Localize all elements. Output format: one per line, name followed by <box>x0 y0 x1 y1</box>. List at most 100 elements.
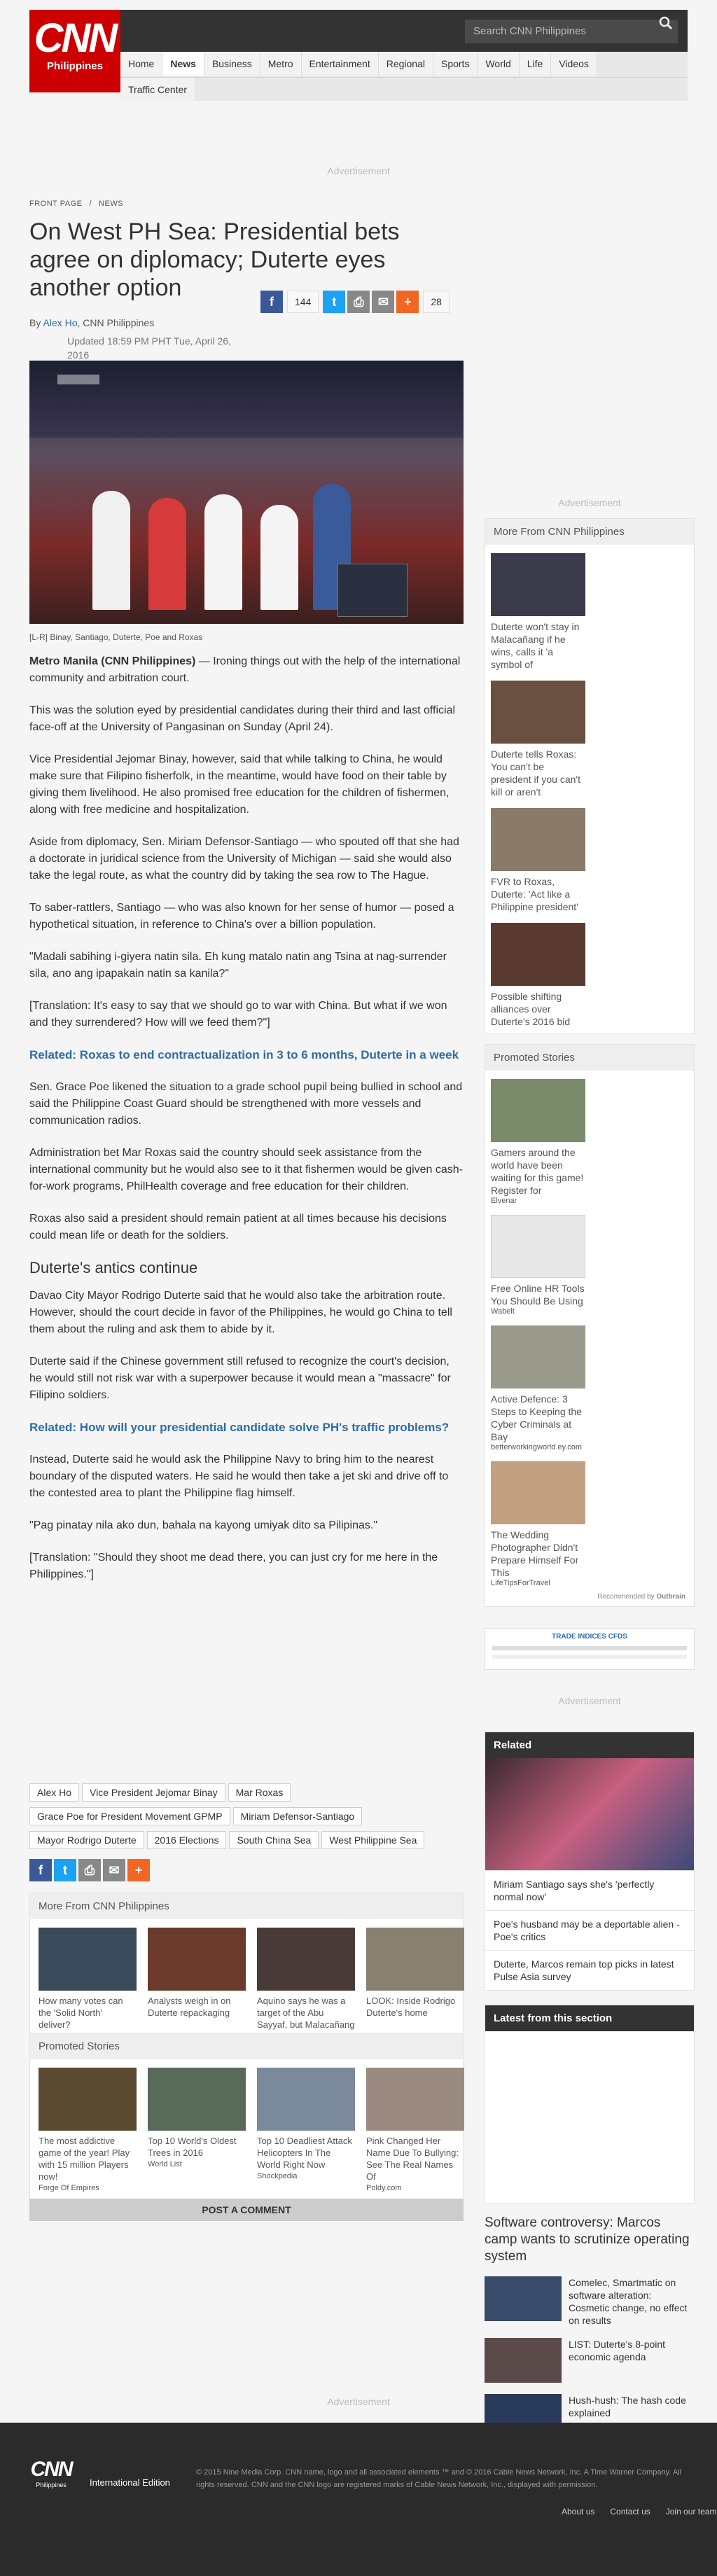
story-card[interactable]: FVR to Roxas, Duterte: 'Act like a Phili… <box>491 808 585 913</box>
twitter-share-icon[interactable]: t <box>54 1859 76 1881</box>
sidebar-box-title: Latest from this section <box>485 2005 694 2031</box>
cnn-logo[interactable]: CNN Philippines <box>29 10 120 92</box>
latest-item[interactable]: LIST: Duterte's 8-point economic agenda <box>485 2338 695 2383</box>
advertisement-label: Advertisement <box>327 165 390 176</box>
search-icon[interactable] <box>658 15 678 35</box>
related-item[interactable]: Duterte, Marcos remain top picks in late… <box>485 1950 694 1990</box>
story-card[interactable]: How many votes can the 'Solid North' del… <box>39 1928 137 2042</box>
footer-link-contact[interactable]: Contact us <box>610 2507 650 2516</box>
breadcrumb-separator: / <box>89 200 92 208</box>
paragraph: This was the solution eyed by presidenti… <box>29 704 456 733</box>
author-link[interactable]: Alex Ho <box>43 317 77 328</box>
story-card[interactable]: Aquino says he was a target of the Abu S… <box>257 1928 355 2042</box>
print-icon[interactable]: ⎙ <box>347 291 370 313</box>
outbrain-logo: Outbrain <box>656 1593 685 1601</box>
promoted-card[interactable]: The Wedding Photographer Didn't Prepare … <box>491 1461 585 1587</box>
promoted-card[interactable]: Active Defence: 3 Steps to Keeping the C… <box>491 1325 585 1451</box>
story-card[interactable]: Possible shifting alliances over Duterte… <box>491 923 585 1028</box>
more-share-icon[interactable]: + <box>127 1859 150 1881</box>
nav-entertainment[interactable]: Entertainment <box>301 52 379 76</box>
promoted-card[interactable]: Pink Changed Her Name Due To Bullying: S… <box>366 2068 464 2192</box>
story-thumbnail <box>491 553 585 616</box>
promoted-card[interactable]: Top 10 World's Oldest Trees in 2016 World… <box>148 2068 246 2192</box>
tag[interactable]: Vice President Jejomar Binay <box>82 1783 225 1802</box>
footer-link-careers[interactable]: Join our team <box>666 2507 717 2516</box>
footer-logo[interactable]: CNN Philippines <box>29 2458 74 2501</box>
story-card[interactable]: Analysts weigh in on Duterte repackaging <box>148 1928 246 2042</box>
promoted-card[interactable]: Top 10 Deadliest Attack Helicopters In T… <box>257 2068 355 2192</box>
nav-metro[interactable]: Metro <box>260 52 302 76</box>
promoted-thumbnail <box>257 2068 355 2131</box>
promoted-card[interactable]: Gamers around the world have been waitin… <box>491 1079 585 1205</box>
international-edition-link[interactable]: International Edition <box>90 2477 170 2488</box>
related-link[interactable]: Related: How will your presidential cand… <box>29 1419 464 1436</box>
breadcrumb-news[interactable]: NEWS <box>99 200 123 208</box>
story-card[interactable]: Duterte tells Roxas: You can't be presid… <box>491 681 585 798</box>
tag[interactable]: Grace Poe for President Movement GPMP <box>29 1807 230 1825</box>
dateline: Metro Manila (CNN Philippines) <box>29 655 196 667</box>
facebook-share-icon[interactable]: f <box>260 291 283 313</box>
breadcrumb-front-page[interactable]: FRONT PAGE <box>29 200 83 208</box>
promoted-card[interactable]: Free Online HR Tools You Should Be Using… <box>491 1215 585 1316</box>
byline: By Alex Ho, CNN Philippines <box>29 317 464 328</box>
story-thumbnail <box>148 1928 246 1991</box>
latest-item[interactable]: Comelec, Smartmatic on software alterati… <box>485 2276 695 2327</box>
story-title: Possible shifting alliances over Duterte… <box>491 991 571 1027</box>
trade-ad-banner[interactable]: TRADE INDICES CFDS <box>485 1628 695 1670</box>
footer-link-about[interactable]: About us <box>562 2507 594 2516</box>
nav-life[interactable]: Life <box>519 52 552 76</box>
paragraph: Sen. Grace Poe likened the situation to … <box>29 1081 463 1127</box>
article-column: FRONT PAGE / NEWS On West PH Sea: Presiden… <box>29 200 464 2221</box>
latest-lead-image[interactable] <box>485 2031 694 2203</box>
nav-news[interactable]: News <box>162 52 204 76</box>
related-item[interactable]: Miriam Santiago says she's 'perfectly no… <box>485 1870 694 1910</box>
tag-list: Alex Ho Vice President Jejomar Binay Mar R… <box>29 1783 464 1855</box>
latest-lead-title[interactable]: Software controversy: Marcos camp wants … <box>485 2215 695 2265</box>
facebook-share-count: 144 <box>287 291 319 313</box>
more-share-icon[interactable]: + <box>396 291 419 313</box>
nav-sports[interactable]: Sports <box>433 52 478 76</box>
article-headline: On West PH Sea: Presidential bets agree … <box>29 218 400 301</box>
promoted-source: Shockpedia <box>257 2172 298 2180</box>
promoted-card[interactable]: The most addictive game of the year! Pla… <box>39 2068 137 2192</box>
print-icon[interactable]: ⎙ <box>78 1859 101 1881</box>
promoted-title: Top 10 World's Oldest Trees in 2016 <box>148 2136 237 2158</box>
post-comment-button[interactable]: POST A COMMENT <box>29 2199 464 2221</box>
story-card[interactable]: Duterte won't stay in Malacañang if he w… <box>491 553 585 671</box>
facebook-share-icon[interactable]: f <box>29 1859 52 1881</box>
related-photo[interactable] <box>485 1758 694 1870</box>
twitter-share-icon[interactable]: t <box>323 291 346 313</box>
recommended-by[interactable]: Recommended by Outbrain <box>485 1593 694 1606</box>
story-card[interactable]: LOOK: Inside Rodrigo Duterte's home <box>366 1928 464 2042</box>
tag[interactable]: 2016 Elections <box>146 1831 227 1849</box>
search-input[interactable]: Search CNN Philippines <box>465 20 678 43</box>
tag[interactable]: Miriam Defensor-Santiago <box>232 1807 363 1825</box>
email-icon[interactable]: ✉ <box>372 291 395 313</box>
nav-traffic-center[interactable]: Traffic Center <box>120 78 196 102</box>
promoted-source: Elvenar <box>491 1197 517 1205</box>
more-from-cnn-sidebar: More From CNN Philippines Duterte won't … <box>485 518 695 1034</box>
nav-videos[interactable]: Videos <box>551 52 597 76</box>
related-box: Related Miriam Santiago says she's 'perf… <box>485 1732 695 1991</box>
related-link[interactable]: Related: Roxas to end contractualization… <box>29 1047 464 1064</box>
nav-regional[interactable]: Regional <box>378 52 433 76</box>
more-from-cnn-box: More From CNN Philippines How many votes… <box>29 1893 464 2052</box>
story-title: LOOK: Inside Rodrigo Duterte's home <box>366 1996 456 2018</box>
tag[interactable]: Mar Roxas <box>228 1783 291 1802</box>
promoted-title: The most addictive game of the year! Pla… <box>39 2136 130 2182</box>
tag[interactable]: West Philippine Sea <box>321 1831 425 1849</box>
promoted-thumbnail <box>491 1325 585 1388</box>
footer-logo-main: CNN <box>30 2458 74 2481</box>
tag[interactable]: Alex Ho <box>29 1783 80 1802</box>
paragraph: Vice Presidential Jejomar Binay, however… <box>29 753 450 816</box>
email-icon[interactable]: ✉ <box>103 1859 125 1881</box>
nav-world[interactable]: World <box>478 52 520 76</box>
tag[interactable]: Mayor Rodrigo Duterte <box>29 1831 144 1849</box>
related-item[interactable]: Poe's husband may be a deportable alien … <box>485 1910 694 1950</box>
promoted-source: betterworkingworld.ey.com <box>491 1443 583 1451</box>
box-title: Promoted Stories <box>30 2033 463 2059</box>
tag[interactable]: South China Sea <box>229 1831 319 1849</box>
share-bar: f 144 t ⎙ ✉ +28 <box>260 291 454 314</box>
nav-home[interactable]: Home <box>120 52 163 76</box>
nav-business[interactable]: Business <box>204 52 260 76</box>
